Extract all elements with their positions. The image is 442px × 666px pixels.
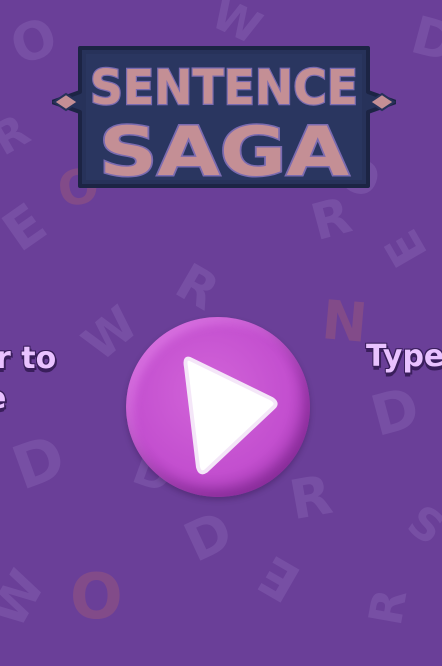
background-letter: E bbox=[0, 191, 58, 264]
background-letter: O bbox=[70, 560, 123, 633]
background-letter: R bbox=[166, 252, 229, 322]
play-button[interactable] bbox=[126, 317, 310, 497]
background-letter: W bbox=[0, 560, 57, 638]
background-letter: R bbox=[0, 104, 39, 167]
left-caption: r to bbox=[0, 341, 57, 376]
background-letter: D bbox=[404, 5, 442, 75]
logo-title-line2: SAGA bbox=[99, 113, 349, 190]
game-logo: SENTENCE SAGA bbox=[52, 44, 396, 190]
left-caption-line2: e bbox=[0, 381, 6, 416]
background-letter: D bbox=[364, 375, 427, 450]
background-letter: N bbox=[319, 288, 370, 355]
background-letter: E bbox=[249, 543, 311, 613]
background-letter: S bbox=[398, 495, 442, 556]
right-caption: Type bbox=[366, 339, 442, 374]
background-letter: R bbox=[358, 584, 418, 630]
background-letter: D bbox=[174, 498, 243, 575]
logo-title-line1: SENTENCE bbox=[90, 60, 358, 116]
play-icon bbox=[183, 356, 278, 475]
background-letter: D bbox=[3, 421, 75, 505]
background-letter: E bbox=[373, 219, 439, 277]
